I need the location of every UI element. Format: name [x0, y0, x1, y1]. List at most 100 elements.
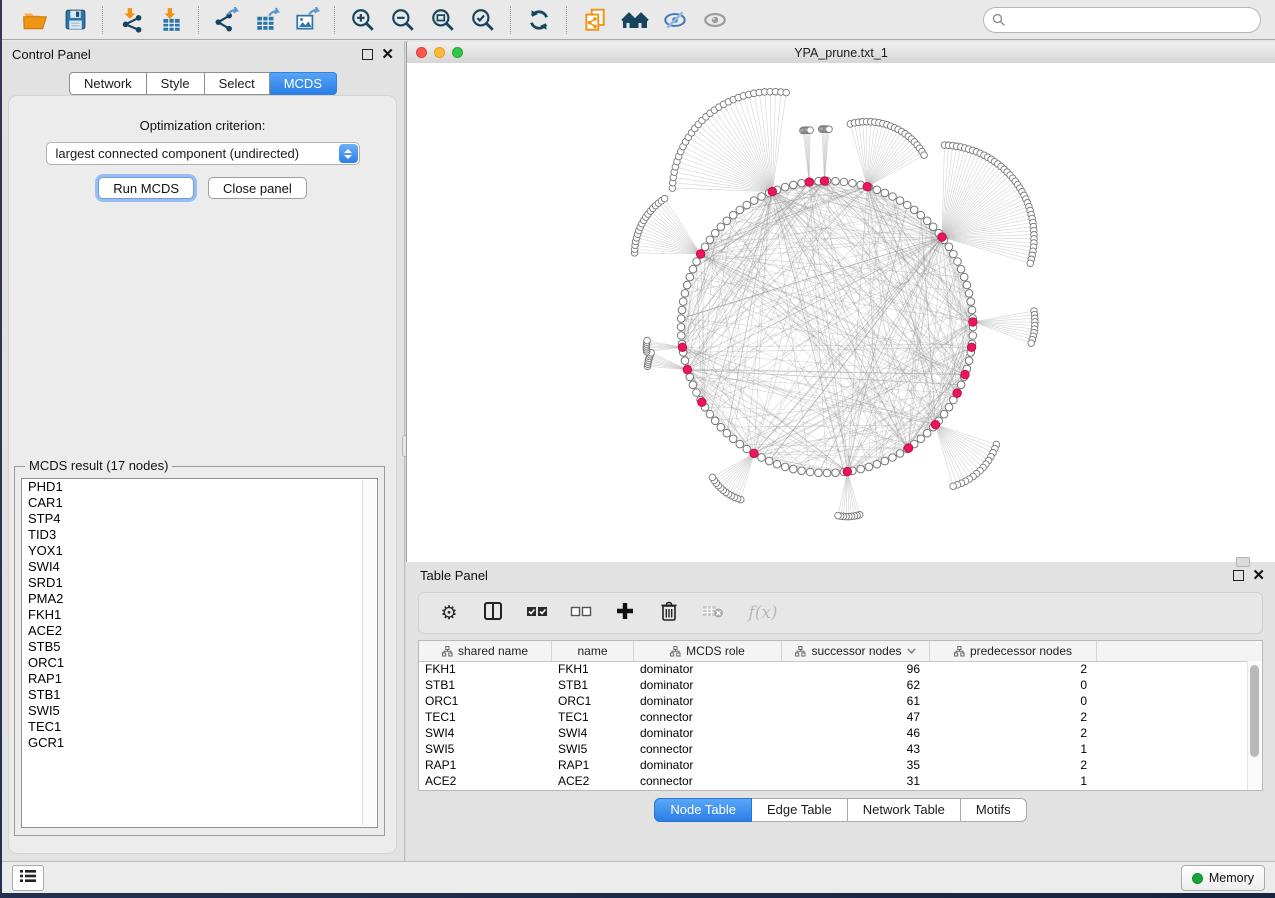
- cell-MCDS-role[interactable]: connector: [634, 774, 782, 788]
- table-row[interactable]: STB1STB1dominator620: [419, 677, 1248, 693]
- cell-predecessor-nodes[interactable]: 2: [930, 662, 1097, 676]
- cell-successor-nodes[interactable]: 61: [782, 694, 930, 708]
- cell-successor-nodes[interactable]: 43: [782, 742, 930, 756]
- cell-name[interactable]: ACE2: [552, 774, 634, 788]
- cell-shared-name[interactable]: SWI5: [419, 742, 552, 756]
- close-panel-button[interactable]: Close panel: [208, 177, 307, 199]
- mcds-result-item[interactable]: PHD1: [22, 479, 377, 495]
- delete-table-button[interactable]: [701, 601, 725, 625]
- cell-MCDS-role[interactable]: connector: [634, 742, 782, 756]
- table-settings-button[interactable]: ⚙: [437, 601, 461, 625]
- export-table-button[interactable]: [250, 4, 284, 36]
- run-mcds-button[interactable]: Run MCDS: [98, 177, 194, 199]
- duplicate-network-button[interactable]: [578, 4, 612, 36]
- mcds-result-item[interactable]: PMA2: [22, 591, 377, 607]
- table-scrollbar-thumb[interactable]: [1250, 665, 1259, 757]
- table-row[interactable]: SWI5SWI5connector431: [419, 741, 1248, 757]
- tab-mcds[interactable]: MCDS: [270, 72, 337, 95]
- network-overview-button[interactable]: [618, 4, 652, 36]
- close-panel-icon[interactable]: ✕: [381, 50, 394, 59]
- add-column-button[interactable]: [613, 601, 637, 625]
- cell-name[interactable]: SWI4: [552, 726, 634, 740]
- cell-successor-nodes[interactable]: 62: [782, 678, 930, 692]
- table-row[interactable]: ACE2ACE2connector311: [419, 773, 1248, 789]
- show-columns-button[interactable]: [481, 601, 505, 625]
- table-row[interactable]: ORC1ORC1dominator610: [419, 693, 1248, 709]
- cell-shared-name[interactable]: RAP1: [419, 758, 552, 772]
- mcds-result-item[interactable]: SWI4: [22, 559, 377, 575]
- mcds-result-item[interactable]: STP4: [22, 511, 377, 527]
- network-graph[interactable]: [407, 63, 1275, 562]
- network-canvas[interactable]: [407, 63, 1275, 562]
- cell-predecessor-nodes[interactable]: 2: [930, 758, 1097, 772]
- table-row[interactable]: FKH1FKH1dominator962: [419, 661, 1248, 677]
- table-row[interactable]: TEC1TEC1connector472: [419, 709, 1248, 725]
- mcds-result-list[interactable]: PHD1CAR1STP4TID3YOX1SWI4SRD1PMA2FKH1ACE2…: [21, 478, 378, 828]
- refresh-button[interactable]: [522, 4, 556, 36]
- search-input[interactable]: [983, 7, 1261, 33]
- mcds-result-item[interactable]: FKH1: [22, 607, 377, 623]
- cell-shared-name[interactable]: STB1: [419, 678, 552, 692]
- function-builder-button[interactable]: f(x): [745, 601, 781, 625]
- cell-predecessor-nodes[interactable]: 0: [930, 678, 1097, 692]
- cell-MCDS-role[interactable]: connector: [634, 710, 782, 724]
- memory-button[interactable]: Memory: [1181, 865, 1265, 891]
- column-header-predecessor-nodes[interactable]: predecessor nodes: [930, 641, 1097, 661]
- cell-predecessor-nodes[interactable]: 0: [930, 694, 1097, 708]
- cell-name[interactable]: TEC1: [552, 710, 634, 724]
- open-file-button[interactable]: [18, 4, 52, 36]
- tab-edge-table[interactable]: Edge Table: [752, 798, 848, 822]
- cell-successor-nodes[interactable]: 35: [782, 758, 930, 772]
- column-header-shared-name[interactable]: shared name: [419, 641, 552, 661]
- optimization-criterion-select[interactable]: largest connected component (undirected): [46, 142, 360, 165]
- zoom-out-button[interactable]: [386, 4, 420, 36]
- cell-shared-name[interactable]: ORC1: [419, 694, 552, 708]
- cell-name[interactable]: ORC1: [552, 694, 634, 708]
- tab-motifs[interactable]: Motifs: [961, 798, 1027, 822]
- table-scrollbar[interactable]: [1247, 661, 1262, 790]
- deselect-all-rows-button[interactable]: [569, 601, 593, 625]
- mcds-result-item[interactable]: STB5: [22, 639, 377, 655]
- cell-shared-name[interactable]: TEC1: [419, 710, 552, 724]
- horizontal-splitter-grip[interactable]: [1236, 557, 1250, 567]
- float-panel-icon[interactable]: [362, 49, 373, 60]
- mcds-result-item[interactable]: ORC1: [22, 655, 377, 671]
- column-header-name[interactable]: name: [552, 641, 634, 661]
- tab-select[interactable]: Select: [205, 72, 270, 95]
- cell-predecessor-nodes[interactable]: 1: [930, 742, 1097, 756]
- zoom-selected-button[interactable]: [466, 4, 500, 36]
- cell-successor-nodes[interactable]: 47: [782, 710, 930, 724]
- zoom-in-button[interactable]: [346, 4, 380, 36]
- mcds-result-item[interactable]: CAR1: [22, 495, 377, 511]
- table-row[interactable]: SWI4SWI4dominator462: [419, 725, 1248, 741]
- tab-style[interactable]: Style: [147, 72, 205, 95]
- float-panel-icon[interactable]: [1233, 570, 1244, 581]
- cell-MCDS-role[interactable]: dominator: [634, 678, 782, 692]
- cell-predecessor-nodes[interactable]: 2: [930, 726, 1097, 740]
- import-network-button[interactable]: [114, 4, 148, 36]
- mcds-result-item[interactable]: SWI5: [22, 703, 377, 719]
- export-network-button[interactable]: [210, 4, 244, 36]
- delete-columns-button[interactable]: [657, 601, 681, 625]
- column-header-MCDS-role[interactable]: MCDS role: [634, 641, 782, 661]
- mcds-list-scrollbar[interactable]: [362, 480, 376, 826]
- cell-successor-nodes[interactable]: 96: [782, 662, 930, 676]
- tab-network-table[interactable]: Network Table: [848, 798, 961, 822]
- mcds-result-item[interactable]: TEC1: [22, 719, 377, 735]
- mcds-result-item[interactable]: GCR1: [22, 735, 377, 751]
- column-header-successor-nodes[interactable]: successor nodes: [782, 641, 930, 661]
- mcds-result-item[interactable]: ACE2: [22, 623, 377, 639]
- mcds-result-item[interactable]: RAP1: [22, 671, 377, 687]
- save-session-button[interactable]: [58, 4, 92, 36]
- cell-shared-name[interactable]: SWI4: [419, 726, 552, 740]
- cell-shared-name[interactable]: FKH1: [419, 662, 552, 676]
- tab-node-table[interactable]: Node Table: [654, 798, 752, 822]
- cell-successor-nodes[interactable]: 46: [782, 726, 930, 740]
- cell-shared-name[interactable]: ACE2: [419, 774, 552, 788]
- import-table-button[interactable]: [154, 4, 188, 36]
- cell-name[interactable]: STB1: [552, 678, 634, 692]
- zoom-fit-button[interactable]: [426, 4, 460, 36]
- select-all-rows-button[interactable]: [525, 601, 549, 625]
- cell-predecessor-nodes[interactable]: 2: [930, 710, 1097, 724]
- mcds-result-item[interactable]: STB1: [22, 687, 377, 703]
